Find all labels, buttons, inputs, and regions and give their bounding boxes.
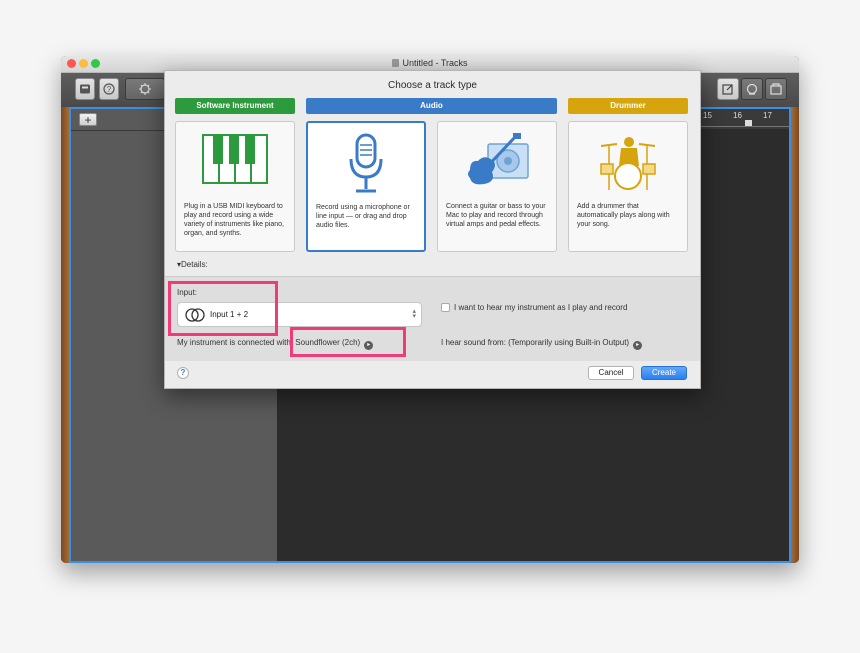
ruler-mark: 17 [763, 111, 772, 120]
add-track-button[interactable]: + [79, 113, 97, 126]
highlight-device-box [290, 327, 406, 357]
connected-prefix: My instrument is connected with: [177, 338, 294, 347]
card-description: Record using a microphone or line input … [316, 204, 410, 229]
window-title: Untitled - Tracks [61, 58, 799, 68]
wood-panel-left [61, 107, 69, 563]
category-software-instrument[interactable]: Software Instrument [175, 98, 295, 114]
hear-from-text: I hear sound from: (Temporarily using Bu… [441, 338, 630, 347]
monitor-label: I want to hear my instrument as I play a… [454, 303, 628, 312]
piano-keys-icon [202, 134, 268, 184]
output-settings-arrow-icon[interactable]: ▸ [633, 341, 643, 350]
new-track-dialog: Choose a track type Software Instrument … [164, 70, 701, 389]
chevron-updown-icon: ▴ ▾ [412, 308, 416, 320]
ruler-line [691, 126, 789, 127]
loop-icon [746, 83, 758, 95]
smart-controls-button[interactable] [125, 78, 165, 100]
output-device-row: I hear sound from: (Temporarily using Bu… [441, 338, 643, 350]
svg-text:?: ? [107, 85, 112, 94]
monitor-checkbox[interactable] [441, 303, 450, 312]
card-software-instrument[interactable]: Plug in a USB MIDI keyboard to play and … [175, 121, 295, 252]
details-disclosure[interactable]: ▾Details: [177, 260, 208, 269]
document-icon [392, 59, 400, 67]
card-microphone-audio[interactable]: Record using a microphone or line input … [306, 121, 426, 252]
card-guitar-bass[interactable]: Connect a guitar or bass to your Mac to … [437, 121, 557, 252]
wood-panel-right [791, 107, 799, 563]
card-description: Plug in a USB MIDI keyboard to play and … [184, 203, 284, 237]
smart-controls-icon [139, 83, 151, 95]
highlight-input-box [168, 281, 278, 336]
create-button[interactable]: Create [641, 366, 687, 380]
ruler-mark: 15 [703, 111, 712, 120]
notepad-icon [722, 84, 733, 95]
category-audio[interactable]: Audio [306, 98, 557, 114]
category-drummer[interactable]: Drummer [568, 98, 688, 114]
card-description: Connect a guitar or bass to your Mac to … [446, 203, 546, 228]
card-drummer[interactable]: Add a drummer that automatically plays a… [568, 121, 688, 252]
dialog-title: Choose a track type [388, 80, 477, 91]
library-icon [80, 84, 90, 94]
ruler-mark: 16 [733, 111, 742, 120]
media-browser-icon [770, 83, 782, 95]
notepad-button[interactable] [717, 78, 739, 100]
microphone-icon [349, 133, 383, 193]
drummer-kit-icon [600, 137, 656, 190]
library-button[interactable] [75, 78, 95, 100]
card-description: Add a drummer that automatically plays a… [577, 203, 670, 228]
guitar-amp-icon [468, 133, 529, 185]
cancel-button[interactable]: Cancel [588, 366, 634, 380]
timeline-ruler[interactable]: 15 16 17 [691, 109, 789, 129]
loop-browser-button[interactable] [741, 78, 763, 100]
window-title-text: Untitled - Tracks [402, 58, 468, 68]
help-button[interactable]: ? [99, 78, 119, 100]
dialog-help-button[interactable]: ? [177, 367, 189, 379]
help-icon: ? [103, 83, 115, 95]
media-browser-button[interactable] [765, 78, 787, 100]
